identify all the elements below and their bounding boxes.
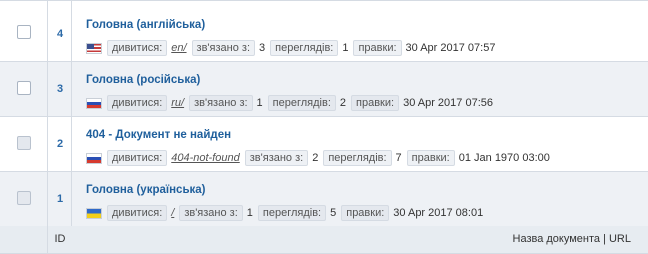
select-cell	[0, 62, 48, 116]
document-cell: Головна (українська) дивитися: / зв'язан…	[72, 172, 648, 226]
us-flag-icon	[86, 42, 102, 54]
edits-label: правки:	[351, 95, 400, 111]
document-cell: Головна (російська) дивитися: ru/ зв'яза…	[72, 62, 648, 116]
document-id[interactable]: 3	[48, 83, 72, 95]
linked-label: зв'язано з:	[244, 150, 309, 166]
views-count: 5	[330, 207, 337, 219]
document-url-link[interactable]: ru/	[171, 97, 184, 109]
id-cell: 1	[48, 172, 72, 226]
document-id[interactable]: 4	[48, 28, 72, 40]
table-row: 3 Головна (російська) дивитися: ru/ зв'я…	[0, 62, 648, 117]
row-checkbox[interactable]	[17, 25, 31, 39]
linked-count: 1	[246, 207, 253, 219]
document-title-link[interactable]: Головна (українська)	[86, 184, 206, 196]
name-column-header[interactable]: Назва документа | URL	[513, 226, 632, 252]
view-label: дивитися:	[107, 205, 168, 221]
views-count: 7	[395, 152, 402, 164]
document-url-link[interactable]: 404-not-found	[171, 152, 240, 164]
id-cell: 2	[48, 117, 72, 171]
id-cell: 3	[48, 62, 72, 116]
document-meta: дивитися: / зв'язано з: 1 переглядів: 5 …	[86, 205, 483, 221]
document-title-link[interactable]: 404 - Документ не найден	[86, 129, 231, 141]
table-footer: ID Назва документа | URL	[0, 226, 648, 254]
table-row: 1 Головна (українська) дивитися: / зв'яз…	[0, 172, 648, 227]
views-count: 2	[339, 97, 347, 109]
select-cell	[0, 1, 48, 61]
linked-label: зв'язано з:	[179, 205, 243, 221]
linked-count: 3	[259, 42, 266, 54]
views-label: переглядів:	[257, 205, 327, 221]
document-cell: Головна (англійська) дивитися: en/ зв'яз…	[72, 1, 648, 61]
ru-flag-icon	[86, 152, 102, 164]
id-column-header[interactable]: ID	[48, 226, 72, 253]
view-label: дивитися:	[107, 95, 168, 111]
documents-table: 4 Головна (англійська) дивитися: en/ зв'…	[0, 0, 648, 227]
linked-count: 2	[312, 152, 319, 164]
document-url-link[interactable]: /	[171, 207, 174, 219]
edits-label: правки:	[341, 205, 390, 221]
document-title-link[interactable]: Головна (російська)	[86, 74, 200, 86]
document-meta: дивитися: en/ зв'язано з: 3 переглядів: …	[86, 40, 495, 56]
edits-label: правки:	[406, 150, 455, 166]
ua-flag-icon	[86, 207, 102, 219]
select-cell	[0, 117, 48, 171]
document-cell: 404 - Документ не найден дивитися: 404-n…	[72, 117, 648, 171]
edits-label: правки:	[353, 40, 402, 56]
edited-date: 30 Apr 2017 07:57	[405, 42, 496, 54]
document-id[interactable]: 2	[48, 138, 72, 150]
edited-date: 30 Apr 2017 08:01	[393, 207, 484, 219]
select-cell	[0, 172, 48, 226]
table-row: 2 404 - Документ не найден дивитися: 404…	[0, 117, 648, 172]
view-label: дивитися:	[107, 150, 168, 166]
table-row: 4 Головна (англійська) дивитися: en/ зв'…	[0, 1, 648, 62]
views-label: переглядів:	[270, 40, 339, 56]
views-label: переглядів:	[267, 95, 336, 111]
row-checkbox	[17, 191, 31, 205]
document-id[interactable]: 1	[48, 193, 72, 205]
edited-date: 01 Jan 1970 03:00	[458, 152, 550, 164]
footer-select-cell	[0, 226, 48, 253]
views-count: 1	[342, 42, 349, 54]
ru-flag-icon	[86, 97, 102, 109]
row-checkbox	[17, 136, 31, 150]
row-checkbox[interactable]	[17, 81, 31, 95]
id-cell: 4	[48, 1, 72, 61]
edited-date: 30 Apr 2017 07:56	[403, 97, 493, 109]
document-meta: дивитися: 404-not-found зв'язано з: 2 пе…	[86, 150, 550, 166]
linked-label: зв'язано з:	[191, 40, 255, 56]
view-label: дивитися:	[107, 40, 168, 56]
document-meta: дивитися: ru/ зв'язано з: 1 переглядів: …	[86, 95, 493, 111]
views-label: переглядів:	[323, 150, 392, 166]
document-url-link[interactable]: en/	[171, 42, 186, 54]
linked-label: зв'язано з:	[189, 95, 253, 111]
document-title-link[interactable]: Головна (англійська)	[86, 19, 205, 31]
linked-count: 1	[256, 97, 263, 109]
